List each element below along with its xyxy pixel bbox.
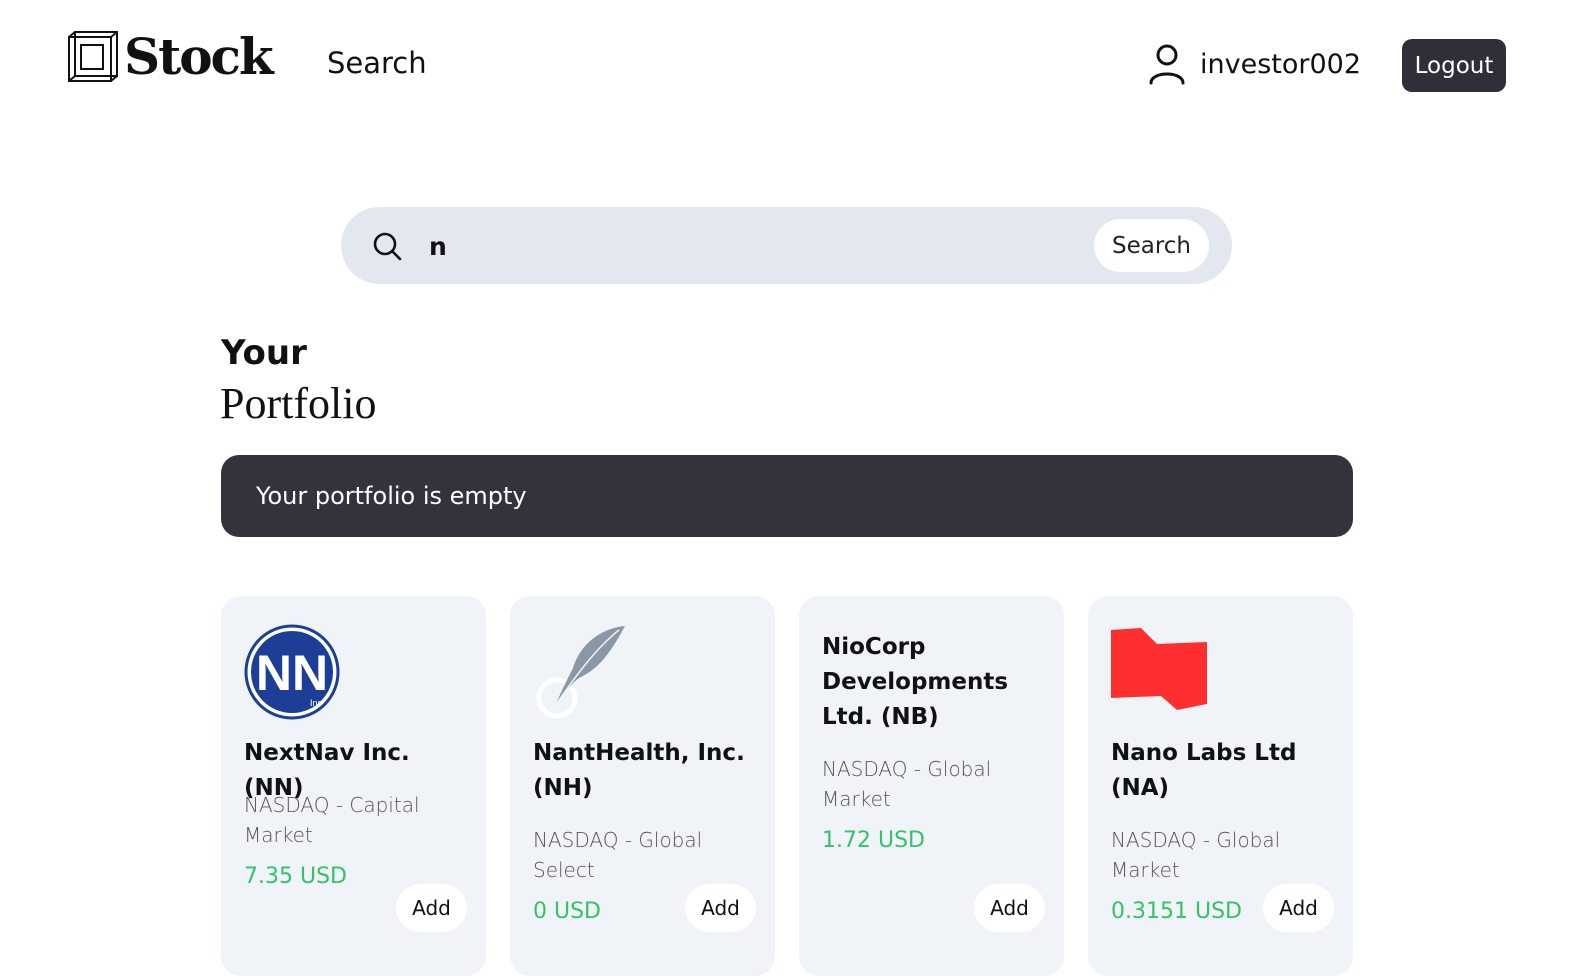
box-logo-icon xyxy=(68,31,118,82)
search-bar: Search xyxy=(341,207,1232,284)
logout-button[interactable]: Logout xyxy=(1402,39,1506,92)
logo[interactable]: Stock xyxy=(68,27,274,86)
search-icon xyxy=(373,232,402,261)
feather-logo-icon xyxy=(536,626,625,719)
stock-exchange: NASDAQ - Global Select xyxy=(533,828,703,882)
stock-card: NN Inc NextNav Inc. (NN) NASDAQ - Capita… xyxy=(221,596,486,976)
stock-price: 0 USD xyxy=(533,899,601,924)
add-stock-button[interactable]: Add xyxy=(396,884,467,932)
stock-exchange: NASDAQ - Global Market xyxy=(1111,828,1281,882)
stock-name: NioCorp Developments Ltd. (NB) xyxy=(822,634,1009,730)
stock-card: NioCorp Developments Ltd. (NB) NASDAQ - … xyxy=(799,596,1064,976)
svg-text:Inc: Inc xyxy=(310,698,323,708)
search-button[interactable]: Search xyxy=(1094,219,1209,272)
stock-card: Nano Labs Ltd (NA) NASDAQ - Global Marke… xyxy=(1088,596,1353,976)
stock-price: 0.3151 USD xyxy=(1111,899,1242,924)
user-icon xyxy=(1149,44,1185,85)
user-profile[interactable]: investor002 xyxy=(1148,42,1361,86)
portfolio-title-line2: Portfolio xyxy=(220,379,377,428)
stock-name: NantHealth, Inc. (NH) xyxy=(533,740,745,801)
logo-text: Stock xyxy=(124,27,274,86)
add-stock-button[interactable]: Add xyxy=(974,884,1045,932)
top-header: Stock Search investor002 Logout xyxy=(0,0,1596,130)
add-stock-button[interactable]: Add xyxy=(685,884,756,932)
portfolio-title-line1: Your xyxy=(221,333,307,373)
stock-price: 1.72 USD xyxy=(822,828,925,853)
search-input[interactable] xyxy=(427,223,1071,269)
username: investor002 xyxy=(1200,48,1362,80)
add-stock-button[interactable]: Add xyxy=(1263,884,1334,932)
stock-exchange: NASDAQ - Capital Market xyxy=(244,793,420,847)
portfolio-empty-message: Your portfolio is empty xyxy=(256,482,527,510)
portfolio-empty-banner: Your portfolio is empty xyxy=(221,455,1353,537)
nextnav-logo-icon: NN Inc xyxy=(244,624,340,720)
nav-search-link[interactable]: Search xyxy=(327,46,427,80)
svg-text:NN: NN xyxy=(256,645,328,701)
red-flag-logo-icon xyxy=(1111,628,1207,710)
stock-price: 7.35 USD xyxy=(244,864,347,889)
stock-name: Nano Labs Ltd (NA) xyxy=(1111,740,1297,801)
stock-card: NantHealth, Inc. (NH) NASDAQ - Global Se… xyxy=(510,596,775,976)
stock-exchange: NASDAQ - Global Market xyxy=(822,757,992,811)
